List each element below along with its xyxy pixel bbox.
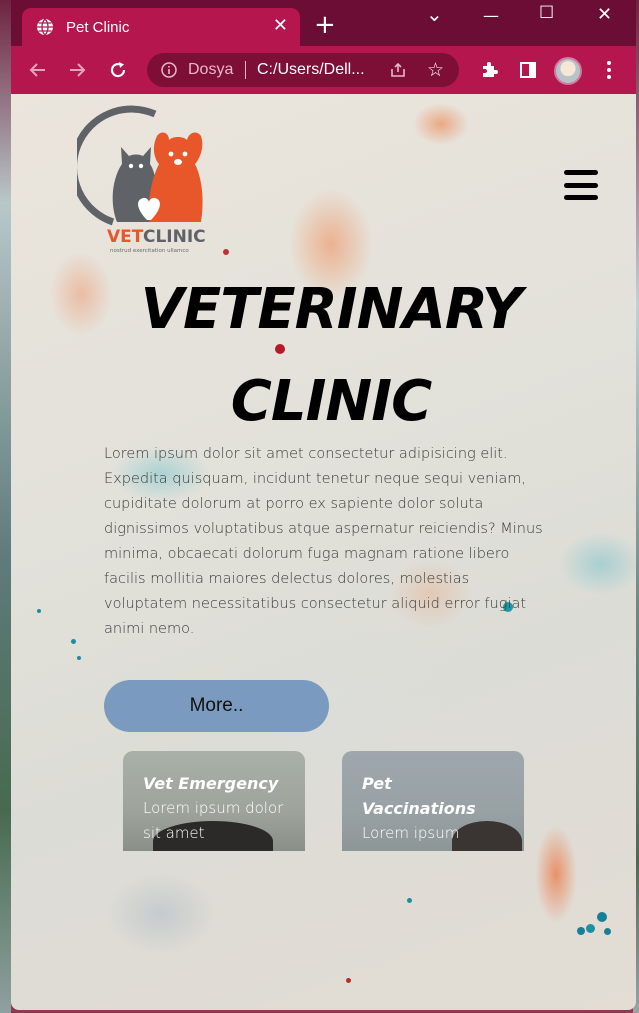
ink-dot [586, 924, 595, 933]
extensions-icon [483, 62, 498, 77]
more-button[interactable]: More.. [104, 680, 329, 732]
extensions-button[interactable] [477, 58, 501, 82]
logo-text-clinic: CLINIC [143, 227, 206, 247]
hero-title-line1: VETERINARY [140, 277, 523, 342]
ink-dot [407, 898, 412, 903]
kebab-menu-icon [607, 61, 611, 79]
maximize-button[interactable]: ☐ [539, 3, 554, 23]
ink-dot [604, 928, 611, 935]
sidepanel-icon [520, 62, 536, 78]
forward-icon [70, 63, 86, 77]
hamburger-bar [564, 195, 598, 200]
bookmark-star-icon[interactable]: ☆ [427, 59, 444, 81]
card-title: Vet Emergency [143, 774, 279, 793]
ink-dot [77, 656, 81, 660]
logo-tagline: nostrud exercitation ullamco [110, 248, 189, 254]
omnibox-separator [245, 61, 246, 79]
hamburger-bar [564, 182, 598, 188]
tab-pet-clinic[interactable]: Pet Clinic ✕ [22, 8, 300, 46]
url-text[interactable]: C:/Users/Dell... [257, 61, 365, 79]
tab-strip: Pet Clinic ✕ + ⌄ — ☐ ✕ [11, 0, 636, 46]
ink-dot [597, 912, 607, 922]
card-pet-vaccinations[interactable]: Pet Vaccinations Lorem ipsum [342, 751, 524, 851]
hamburger-menu-icon[interactable] [564, 170, 598, 200]
hero-description: Lorem ipsum dolor sit amet consectetur a… [104, 446, 543, 637]
card-text: Lorem ipsum dolor sit amet [143, 799, 284, 842]
hero-title: VETERINARY CLINIC [91, 264, 571, 448]
tab-title: Pet Clinic [66, 18, 130, 36]
card-vet-emergency[interactable]: Vet Emergency Lorem ipsum dolor sit amet [123, 751, 305, 851]
info-icon[interactable] [161, 62, 177, 78]
profile-avatar[interactable] [554, 57, 582, 85]
minimize-button[interactable]: — [483, 6, 499, 25]
ink-dot [71, 639, 76, 644]
hamburger-bar [564, 170, 598, 175]
tab-search-dropdown-icon[interactable]: ⌄ [426, 2, 443, 26]
tab-close-icon[interactable]: ✕ [273, 17, 288, 35]
back-icon [29, 63, 45, 77]
browser-window: Pet Clinic ✕ + ⌄ — ☐ ✕ Dosya C:/Users/De… [11, 0, 636, 1010]
browser-menu-button[interactable] [597, 58, 621, 82]
desktop-background-left [0, 0, 11, 1013]
back-button[interactable] [26, 58, 50, 82]
forward-button[interactable] [65, 58, 89, 82]
vetclinic-logo: VET CLINIC nostrud exercitation ullamco [77, 105, 206, 254]
address-bar[interactable]: Dosya C:/Users/Dell... ☆ [147, 53, 459, 87]
hero-title-line2: CLINIC [230, 369, 432, 434]
url-scheme-label: Dosya [188, 61, 234, 78]
globe-icon [37, 18, 53, 36]
reload-button[interactable] [106, 58, 130, 82]
new-tab-button[interactable]: + [314, 12, 336, 38]
ink-dot [37, 609, 41, 613]
browser-toolbar: Dosya C:/Users/Dell... ☆ [11, 46, 636, 94]
card-text: Lorem ipsum [362, 824, 460, 842]
card-title: Pet Vaccinations [362, 774, 476, 818]
ink-dot [577, 927, 585, 935]
web-page: VET CLINIC nostrud exercitation ullamco … [11, 94, 636, 1010]
share-icon[interactable] [389, 61, 407, 79]
side-panel-button[interactable] [516, 58, 540, 82]
reload-icon [110, 62, 126, 78]
ink-dot [223, 249, 229, 255]
ink-dot [346, 978, 351, 983]
close-window-button[interactable]: ✕ [597, 4, 612, 25]
logo-text-vet: VET [107, 227, 144, 247]
